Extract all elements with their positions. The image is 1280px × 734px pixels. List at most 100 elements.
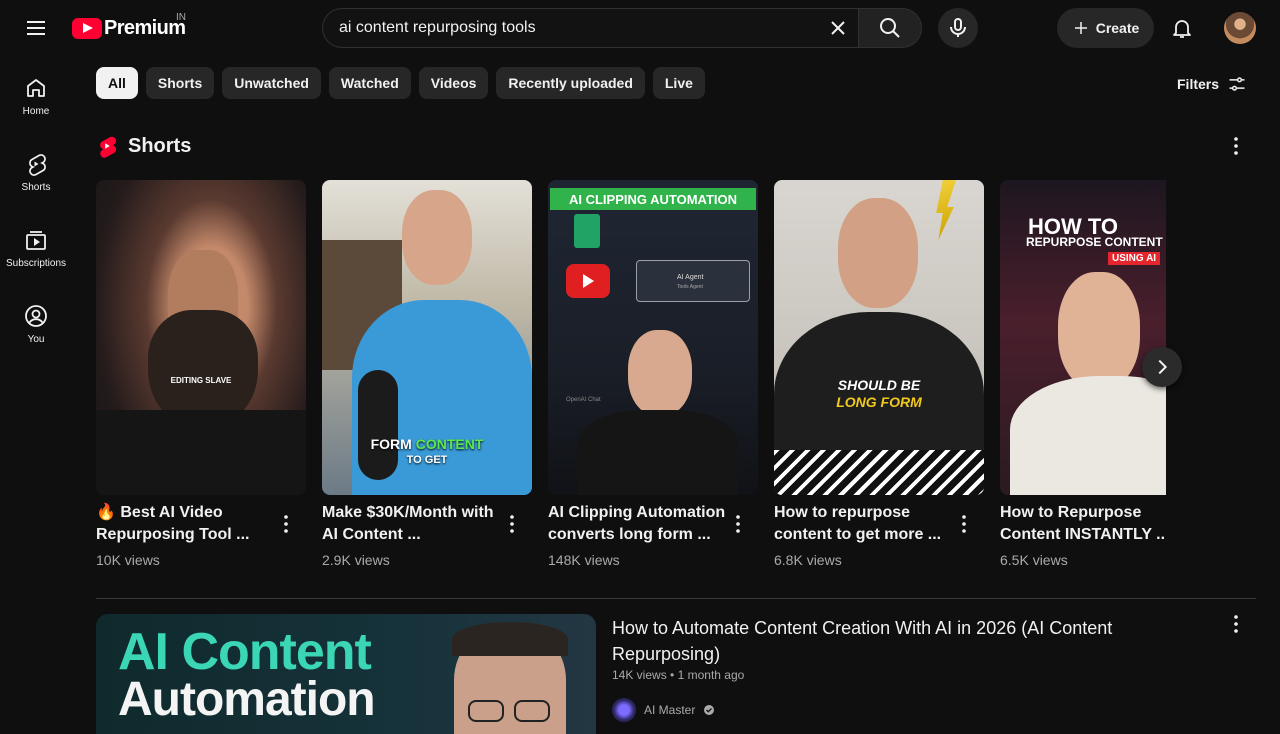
filter-chips: All Shorts Unwatched Watched Videos Rece… xyxy=(96,67,705,99)
account-avatar[interactable] xyxy=(1224,12,1256,44)
subscriptions-icon xyxy=(26,231,46,250)
voice-search-button[interactable] xyxy=(938,8,978,48)
search-query: ai content repurposing tools xyxy=(339,19,536,36)
more-vert-icon xyxy=(284,515,288,533)
short-thumbnail[interactable]: AI CLIPPING AUTOMATION AI Agent Tools Ag… xyxy=(548,180,758,495)
thumbnail-caption: EDITING SLAVE xyxy=(170,376,232,385)
short-card[interactable]: SHOULD BE LONG FORM How to repurpose con… xyxy=(774,180,984,568)
plus-icon xyxy=(1074,22,1087,34)
notifications-button[interactable] xyxy=(1162,8,1202,48)
shorts-logo-icon xyxy=(100,136,117,158)
logo-text: Premium xyxy=(104,16,186,39)
presenter-head xyxy=(1058,272,1140,390)
short-thumbnail[interactable]: HOW TO REPURPOSE CONTENT USING AI xyxy=(1000,180,1166,495)
bell-icon xyxy=(1173,20,1191,38)
video-title[interactable]: How to Automate Content Creation With AI… xyxy=(612,615,1172,667)
verified-badge-icon xyxy=(704,705,715,715)
sheets-icon xyxy=(574,214,600,248)
short-views: 6.5K views xyxy=(1000,552,1068,568)
sidebar-item-shorts[interactable]: Shorts xyxy=(0,132,72,208)
presenter-head xyxy=(628,330,692,416)
video-thumbnail[interactable]: AI Content Automation xyxy=(96,614,596,734)
shorts-section-more-button[interactable] xyxy=(1224,134,1248,158)
short-more-button[interactable] xyxy=(952,512,976,536)
short-title[interactable]: How to Repurpose Content INSTANTLY ... xyxy=(1000,502,1166,546)
search-button[interactable] xyxy=(858,8,922,48)
chip-watched[interactable]: Watched xyxy=(328,67,411,99)
short-thumbnail[interactable]: SHOULD BE LONG FORM xyxy=(774,180,984,495)
sliders-icon xyxy=(1229,77,1245,91)
chevron-right-icon xyxy=(1158,359,1168,375)
video-age: 1 month ago xyxy=(677,668,745,682)
you-icon xyxy=(25,305,47,327)
video-meta: 14K views • 1 month ago xyxy=(612,668,744,682)
more-vert-icon xyxy=(736,515,740,533)
short-more-button[interactable] xyxy=(500,512,524,536)
striped-overlay xyxy=(774,450,984,495)
chip-all[interactable]: All xyxy=(96,67,138,99)
video-views: 14K views xyxy=(612,668,667,682)
glasses-shape xyxy=(468,700,504,722)
short-more-button[interactable] xyxy=(274,512,298,536)
menu-button[interactable] xyxy=(16,8,56,48)
thumbnail-caption: REPURPOSE CONTENT xyxy=(1026,235,1163,249)
thumbnail-caption: TO GET xyxy=(406,454,448,466)
chip-shorts[interactable]: Shorts xyxy=(145,67,215,99)
channel-name[interactable]: AI Master xyxy=(644,703,695,717)
node-label: OpenAI Chat xyxy=(566,397,601,403)
short-card[interactable]: HOW TO REPURPOSE CONTENT USING AI How to… xyxy=(1000,180,1166,580)
home-icon xyxy=(27,79,45,97)
chip-videos[interactable]: Videos xyxy=(418,67,489,99)
channel-avatar[interactable] xyxy=(612,698,636,722)
glasses-shape xyxy=(514,700,550,722)
short-thumbnail[interactable]: EDITING SLAVE xyxy=(96,180,306,495)
sidebar-item-you[interactable]: You xyxy=(0,284,72,360)
channel-link[interactable]: AI Master xyxy=(612,698,715,722)
shorts-icon xyxy=(29,154,46,176)
ai-agent-node: AI Agent Tools Agent xyxy=(636,260,750,302)
short-card[interactable]: FORM CONTENT TO GET Make $30K/Month with… xyxy=(322,180,532,568)
short-views: 148K views xyxy=(548,552,620,568)
more-vert-icon xyxy=(962,515,966,533)
close-icon xyxy=(831,21,845,35)
short-title[interactable]: Make $30K/Month with AI Content ... xyxy=(322,502,502,546)
sidebar-item-label: You xyxy=(27,334,45,345)
clear-search-button[interactable] xyxy=(818,8,858,48)
youtube-premium-logo[interactable]: Premium IN xyxy=(72,12,186,40)
chip-recently-uploaded[interactable]: Recently uploaded xyxy=(496,67,645,99)
sidebar-item-home[interactable]: Home xyxy=(0,56,72,132)
sidebar: Home Shorts Subscriptions You xyxy=(0,56,72,360)
search-input[interactable]: ai content repurposing tools xyxy=(322,8,858,48)
filters-button[interactable]: Filters xyxy=(1177,70,1247,98)
more-vert-icon xyxy=(1234,615,1238,633)
shorts-section-title: Shorts xyxy=(128,134,192,157)
caption-highlight: CONTENT xyxy=(415,436,484,452)
microphone-icon xyxy=(950,18,966,37)
thumbnail-banner: AI CLIPPING AUTOMATION xyxy=(550,188,756,210)
search-bar: ai content repurposing tools xyxy=(322,8,922,48)
presenter-head xyxy=(402,190,472,285)
create-button[interactable]: Create xyxy=(1057,8,1154,48)
thumbnail-caption: LONG FORM xyxy=(836,394,922,410)
presenter-hair xyxy=(452,622,568,656)
hamburger-icon xyxy=(27,21,45,35)
presenter-head xyxy=(838,198,918,308)
create-label: Create xyxy=(1095,20,1140,36)
shorts-next-button[interactable] xyxy=(1142,347,1182,387)
shirt-shape xyxy=(1010,376,1166,495)
short-title[interactable]: AI Clipping Automation converts long for… xyxy=(548,502,728,546)
short-title[interactable]: How to repurpose content to get more ... xyxy=(774,502,954,546)
chip-unwatched[interactable]: Unwatched xyxy=(222,67,321,99)
thumbnail-caption: SHOULD BE xyxy=(837,377,921,393)
short-title[interactable]: 🔥 Best AI Video Repurposing Tool ... xyxy=(96,502,276,546)
video-more-button[interactable] xyxy=(1224,612,1248,636)
short-views: 10K views xyxy=(96,552,160,568)
chip-live[interactable]: Live xyxy=(652,67,705,99)
short-card[interactable]: EDITING SLAVE 🔥 Best AI Video Repurposin… xyxy=(96,180,306,568)
search-icon xyxy=(880,18,900,38)
short-more-button[interactable] xyxy=(726,512,750,536)
youtube-play-icon xyxy=(72,17,102,39)
short-thumbnail[interactable]: FORM CONTENT TO GET xyxy=(322,180,532,495)
short-card[interactable]: AI CLIPPING AUTOMATION AI Agent Tools Ag… xyxy=(548,180,758,568)
sidebar-item-subscriptions[interactable]: Subscriptions xyxy=(0,208,72,284)
